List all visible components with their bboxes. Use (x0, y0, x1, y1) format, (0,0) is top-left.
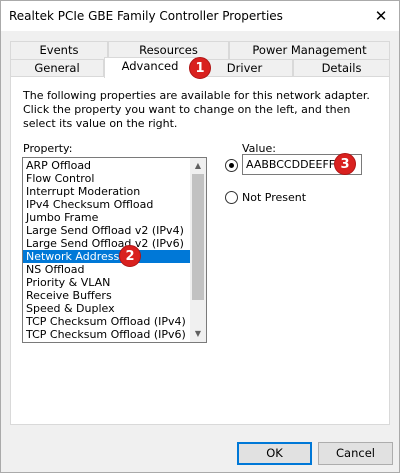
property-item[interactable]: TCP Checksum Offload (IPv6) (23, 328, 191, 341)
value-radio[interactable] (225, 159, 238, 172)
property-label: Property: (23, 142, 73, 155)
properties-dialog: Realtek PCIe GBE Family Controller Prope… (0, 0, 400, 473)
scroll-up-icon[interactable]: ▲ (190, 158, 206, 174)
annotation-badge: 1 (189, 57, 211, 79)
property-item[interactable]: ARP Offload (23, 159, 191, 172)
not-present-radio[interactable] (225, 191, 238, 204)
property-item[interactable]: Large Send Offload v2 (IPv4) (23, 224, 191, 237)
ok-button[interactable]: OK (237, 442, 312, 465)
property-item[interactable]: Speed & Duplex (23, 302, 191, 315)
not-present-label: Not Present (242, 191, 307, 204)
property-scrollbar[interactable]: ▲ ▼ (190, 158, 206, 342)
property-item[interactable]: NS Offload (23, 263, 191, 276)
property-item[interactable]: Flow Control (23, 172, 191, 185)
property-item[interactable]: IPv4 Checksum Offload (23, 198, 191, 211)
annotation-badge: 3 (334, 153, 356, 175)
cancel-button[interactable]: Cancel (318, 442, 393, 465)
tab-power-management[interactable]: Power Management (229, 41, 390, 59)
tab-details[interactable]: Details (293, 59, 390, 77)
tab-general[interactable]: General (10, 59, 104, 77)
property-item[interactable]: Jumbo Frame (23, 211, 191, 224)
property-item[interactable]: TCP Checksum Offload (IPv4) (23, 315, 191, 328)
property-item[interactable]: Interrupt Moderation (23, 185, 191, 198)
annotation-badge: 2 (119, 245, 141, 267)
scroll-thumb[interactable] (192, 174, 204, 300)
description-text: The following properties are available f… (23, 89, 370, 130)
radio-selected-dot (229, 163, 234, 168)
property-item[interactable]: Priority & VLAN (23, 276, 191, 289)
tab-events[interactable]: Events (10, 41, 108, 59)
property-item-selected[interactable]: Network Address (23, 250, 191, 263)
close-icon[interactable]: ✕ (363, 1, 399, 31)
title-bar: Realtek PCIe GBE Family Controller Prope… (1, 1, 399, 31)
property-list: ARP Offload Flow Control Interrupt Moder… (23, 159, 191, 341)
property-item[interactable]: Large Send Offload v2 (IPv6) (23, 237, 191, 250)
window-title: Realtek PCIe GBE Family Controller Prope… (9, 9, 283, 23)
property-item[interactable]: Receive Buffers (23, 289, 191, 302)
property-listbox[interactable]: ARP Offload Flow Control Interrupt Moder… (22, 157, 207, 343)
scroll-down-icon[interactable]: ▼ (190, 326, 206, 342)
tab-advanced[interactable]: Advanced (104, 57, 196, 78)
